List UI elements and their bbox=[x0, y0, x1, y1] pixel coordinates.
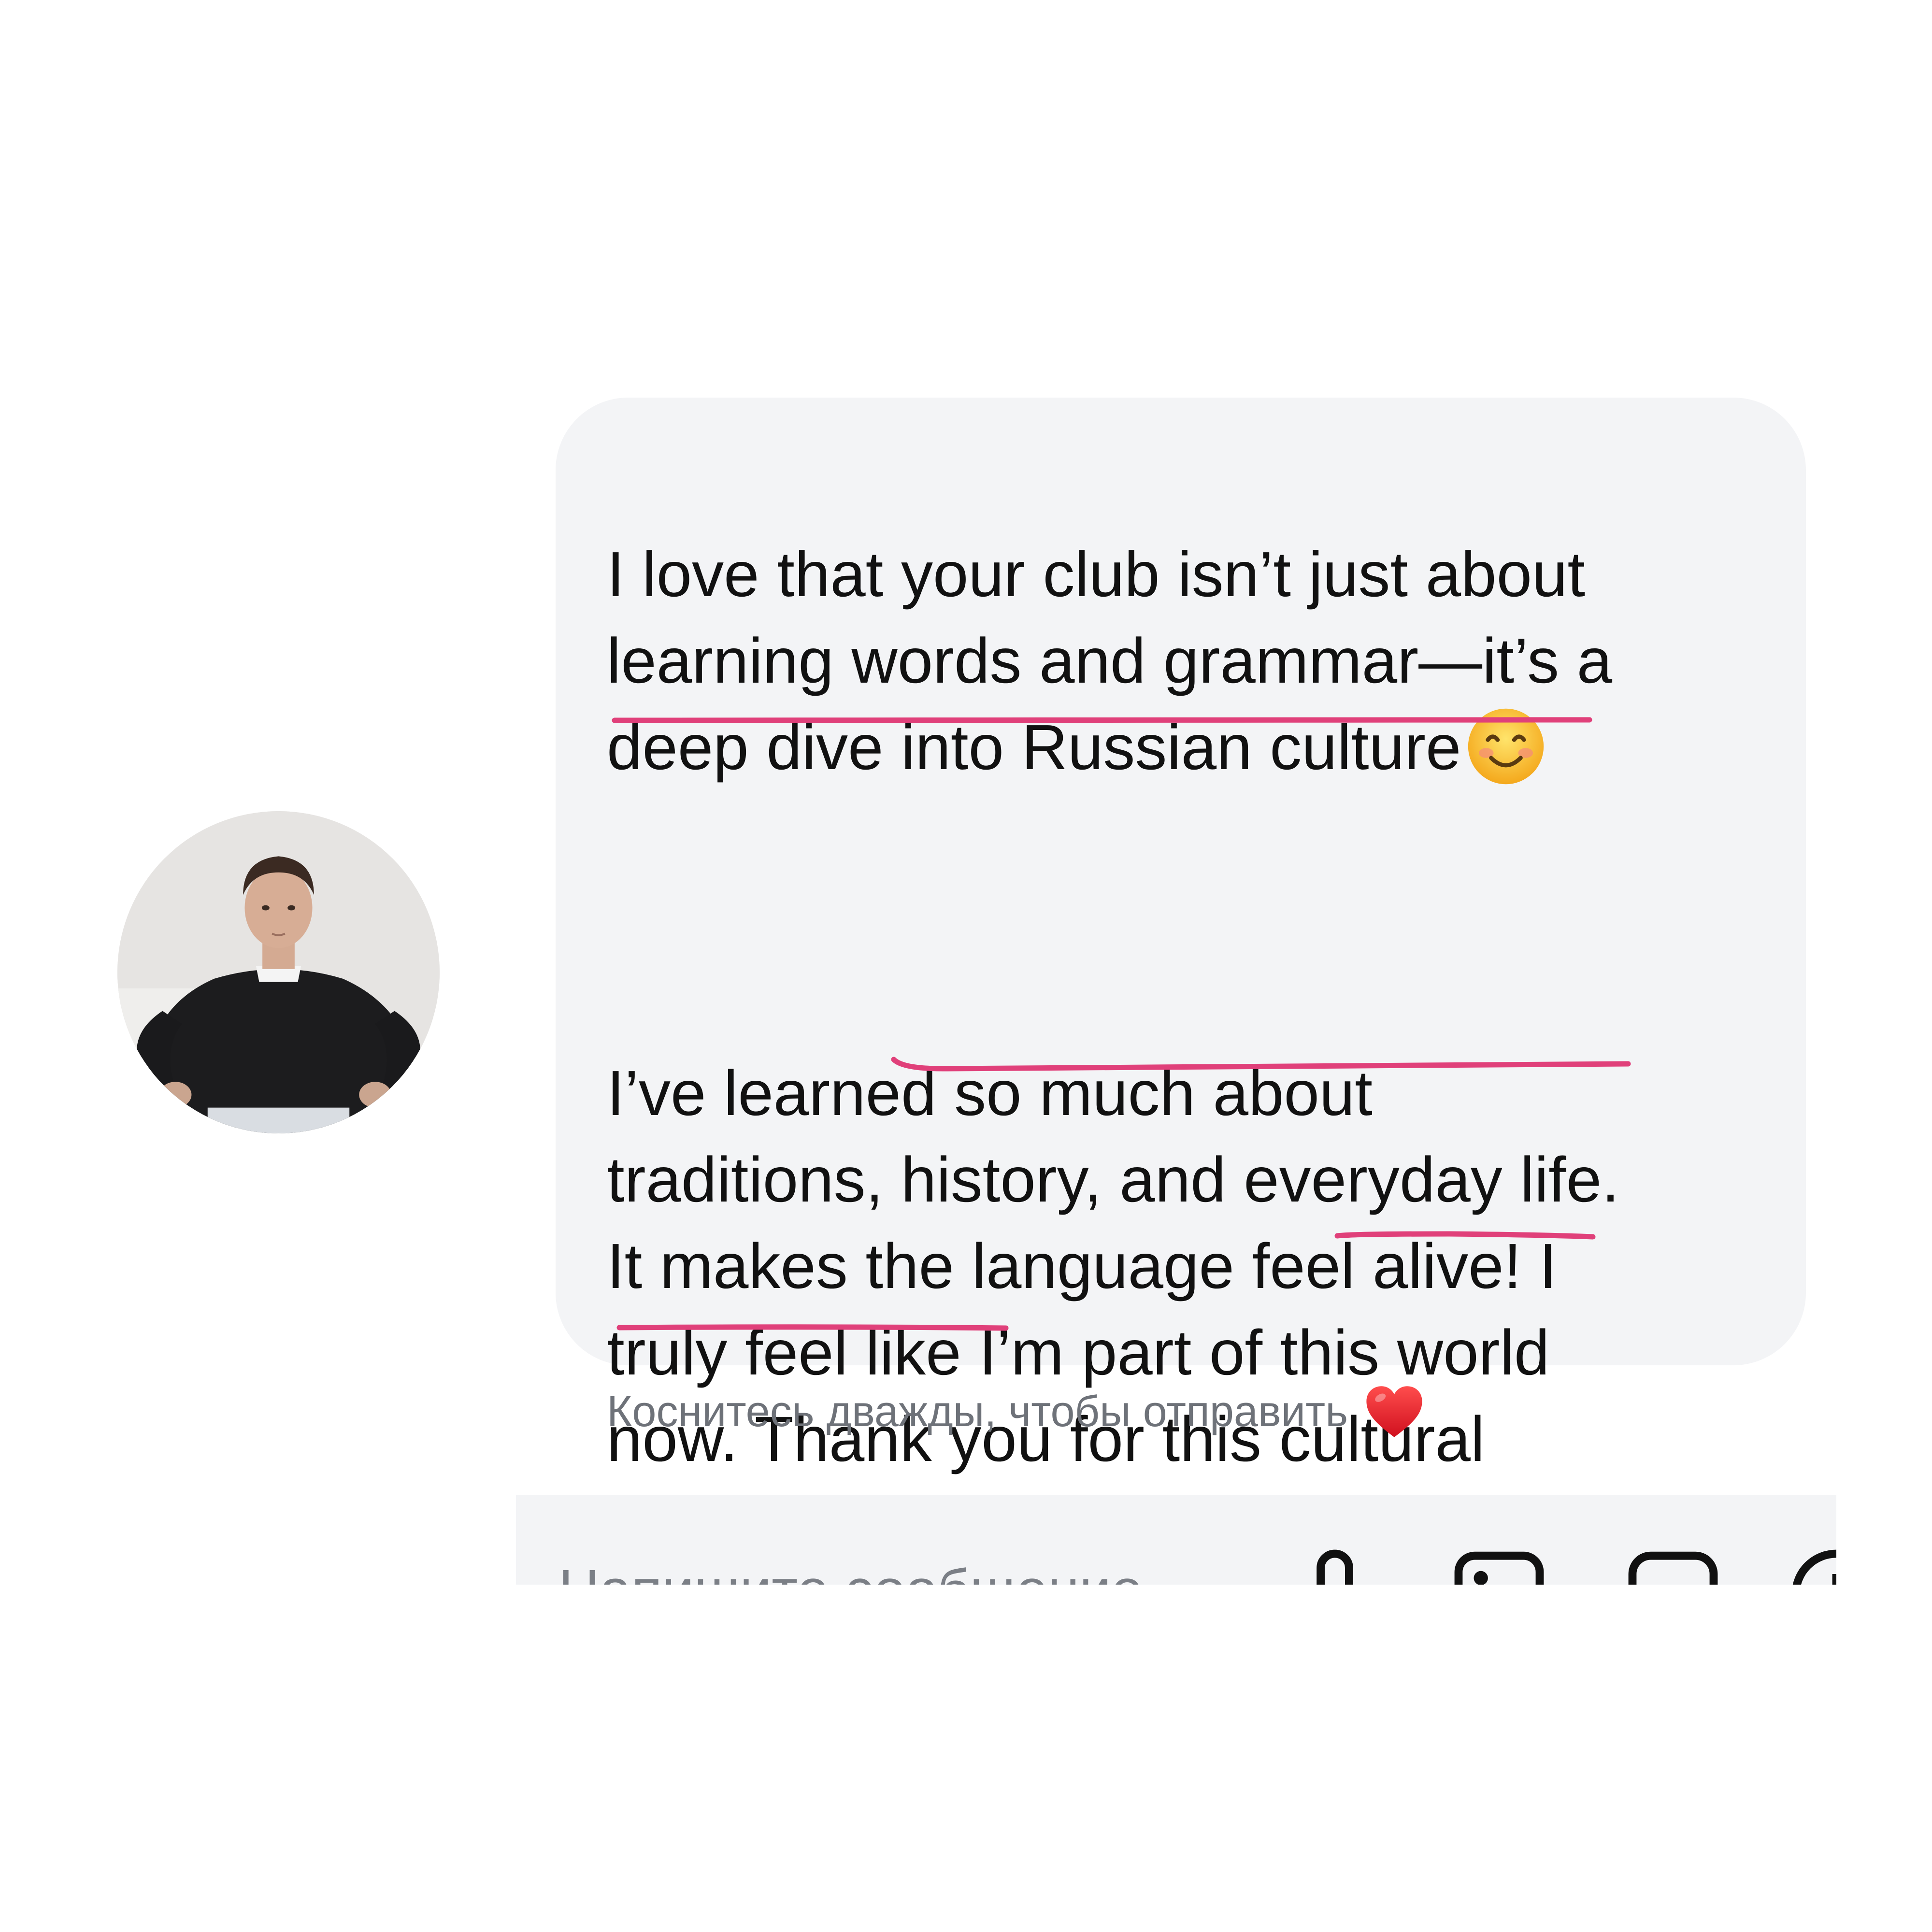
sticker-icon[interactable] bbox=[1622, 1544, 1724, 1585]
add-circle-icon[interactable] bbox=[1786, 1544, 1836, 1585]
smiling-face-emoji-icon bbox=[1468, 708, 1544, 785]
image-icon[interactable] bbox=[1448, 1544, 1550, 1585]
message-paragraph-1-text: I love that your club isn’t just about l… bbox=[607, 539, 1613, 783]
avatar-photo bbox=[117, 811, 440, 1133]
reaction-hint-text: Коснитесь дважды, чтобы отправить bbox=[607, 1387, 1348, 1436]
message-composer[interactable]: Напишите сообщение... bbox=[516, 1495, 1836, 1585]
message-paragraph-1: I love that your club isn’t just about l… bbox=[607, 531, 1766, 790]
composer-input[interactable]: Напишите сообщение... bbox=[558, 1557, 1190, 1585]
red-heart-icon[interactable] bbox=[1365, 1385, 1423, 1439]
microphone-icon[interactable] bbox=[1284, 1544, 1386, 1585]
reaction-hint[interactable]: Коснитесь дважды, чтобы отправить bbox=[607, 1383, 1423, 1441]
sender-avatar[interactable] bbox=[117, 811, 440, 1133]
message-text: I love that your club isn’t just about l… bbox=[607, 444, 1766, 1655]
message-paragraph-2: I’ve learned so much about traditions, h… bbox=[607, 1058, 1619, 1561]
